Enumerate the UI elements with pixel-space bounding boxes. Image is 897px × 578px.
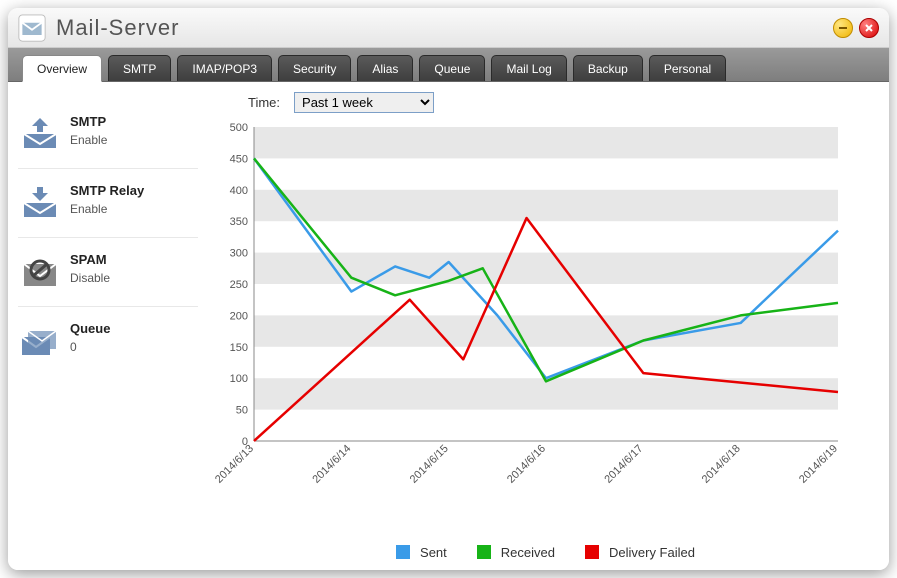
main-panel: Time: Past 1 week 0501001502002503003504…	[208, 82, 889, 570]
sidebar-item-title: SPAM	[70, 252, 198, 267]
svg-text:2014/6/14: 2014/6/14	[310, 443, 353, 486]
sidebar-item-value: Enable	[70, 202, 198, 216]
svg-text:400: 400	[230, 185, 248, 197]
mail-queue-icon	[18, 321, 62, 361]
mail-spam-icon	[18, 252, 62, 292]
sidebar-item-title: SMTP Relay	[70, 183, 198, 198]
app-window: Mail-Server OverviewSMTPIMAP/POP3Securit…	[8, 8, 889, 570]
sidebar-item-value: 0	[70, 340, 198, 354]
svg-text:350: 350	[230, 216, 248, 228]
sidebar-item-smtp[interactable]: SMTP Enable	[18, 100, 198, 169]
sidebar-item-value: Disable	[70, 271, 198, 285]
minimize-button[interactable]	[833, 18, 853, 38]
svg-text:200: 200	[230, 310, 248, 322]
sidebar-item-smtp-relay[interactable]: SMTP Relay Enable	[18, 169, 198, 238]
sidebar-item-title: SMTP	[70, 114, 198, 129]
mail-receive-icon	[18, 183, 62, 223]
sidebar-item-queue[interactable]: Queue 0	[18, 307, 198, 375]
tab-security[interactable]: Security	[278, 55, 351, 81]
legend-item-sent: Sent	[386, 545, 447, 560]
svg-text:500: 500	[230, 122, 248, 134]
mail-chart: 0501001502002503003504004505002014/6/132…	[208, 119, 848, 499]
sidebar-item-title: Queue	[70, 321, 198, 336]
tab-overview[interactable]: Overview	[22, 55, 102, 82]
svg-text:150: 150	[230, 342, 248, 354]
sidebar-item-spam[interactable]: SPAM Disable	[18, 238, 198, 307]
svg-text:2014/6/19: 2014/6/19	[797, 443, 840, 486]
svg-text:2014/6/13: 2014/6/13	[213, 443, 256, 486]
titlebar: Mail-Server	[8, 8, 889, 48]
tab-imap-pop3[interactable]: IMAP/POP3	[177, 55, 272, 81]
chart-area: 0501001502002503003504004505002014/6/132…	[208, 119, 873, 539]
mail-server-icon	[18, 14, 46, 42]
sidebar: SMTP Enable SMTP Relay Enable SPAM Disable Que…	[8, 82, 208, 570]
tab-personal[interactable]: Personal	[649, 55, 726, 81]
window-controls	[833, 18, 879, 38]
time-filter-label: Time:	[248, 95, 280, 110]
tab-queue[interactable]: Queue	[419, 55, 485, 81]
legend-item-delivery-failed: Delivery Failed	[575, 545, 695, 560]
svg-text:300: 300	[230, 248, 248, 260]
content-area: SMTP Enable SMTP Relay Enable SPAM Disable Que…	[8, 82, 889, 570]
svg-text:450: 450	[230, 153, 248, 165]
svg-text:100: 100	[230, 373, 248, 385]
close-button[interactable]	[859, 18, 879, 38]
tabbar: OverviewSMTPIMAP/POP3SecurityAliasQueueM…	[8, 48, 889, 82]
svg-text:50: 50	[236, 405, 248, 417]
svg-text:250: 250	[230, 279, 248, 291]
sidebar-item-value: Enable	[70, 133, 198, 147]
svg-text:2014/6/17: 2014/6/17	[602, 443, 645, 486]
window-title: Mail-Server	[56, 15, 179, 41]
tab-mail-log[interactable]: Mail Log	[491, 55, 566, 81]
tab-backup[interactable]: Backup	[573, 55, 643, 81]
time-select[interactable]: Past 1 week	[294, 92, 434, 113]
time-filter: Time: Past 1 week	[248, 92, 873, 113]
chart-legend: Sent Received Delivery Failed	[208, 539, 873, 560]
tab-alias[interactable]: Alias	[357, 55, 413, 81]
legend-item-received: Received	[467, 545, 555, 560]
tab-smtp[interactable]: SMTP	[108, 55, 171, 81]
svg-text:2014/6/16: 2014/6/16	[505, 443, 548, 486]
svg-text:2014/6/15: 2014/6/15	[408, 443, 451, 486]
mail-send-icon	[18, 114, 62, 154]
svg-text:2014/6/18: 2014/6/18	[700, 443, 743, 486]
